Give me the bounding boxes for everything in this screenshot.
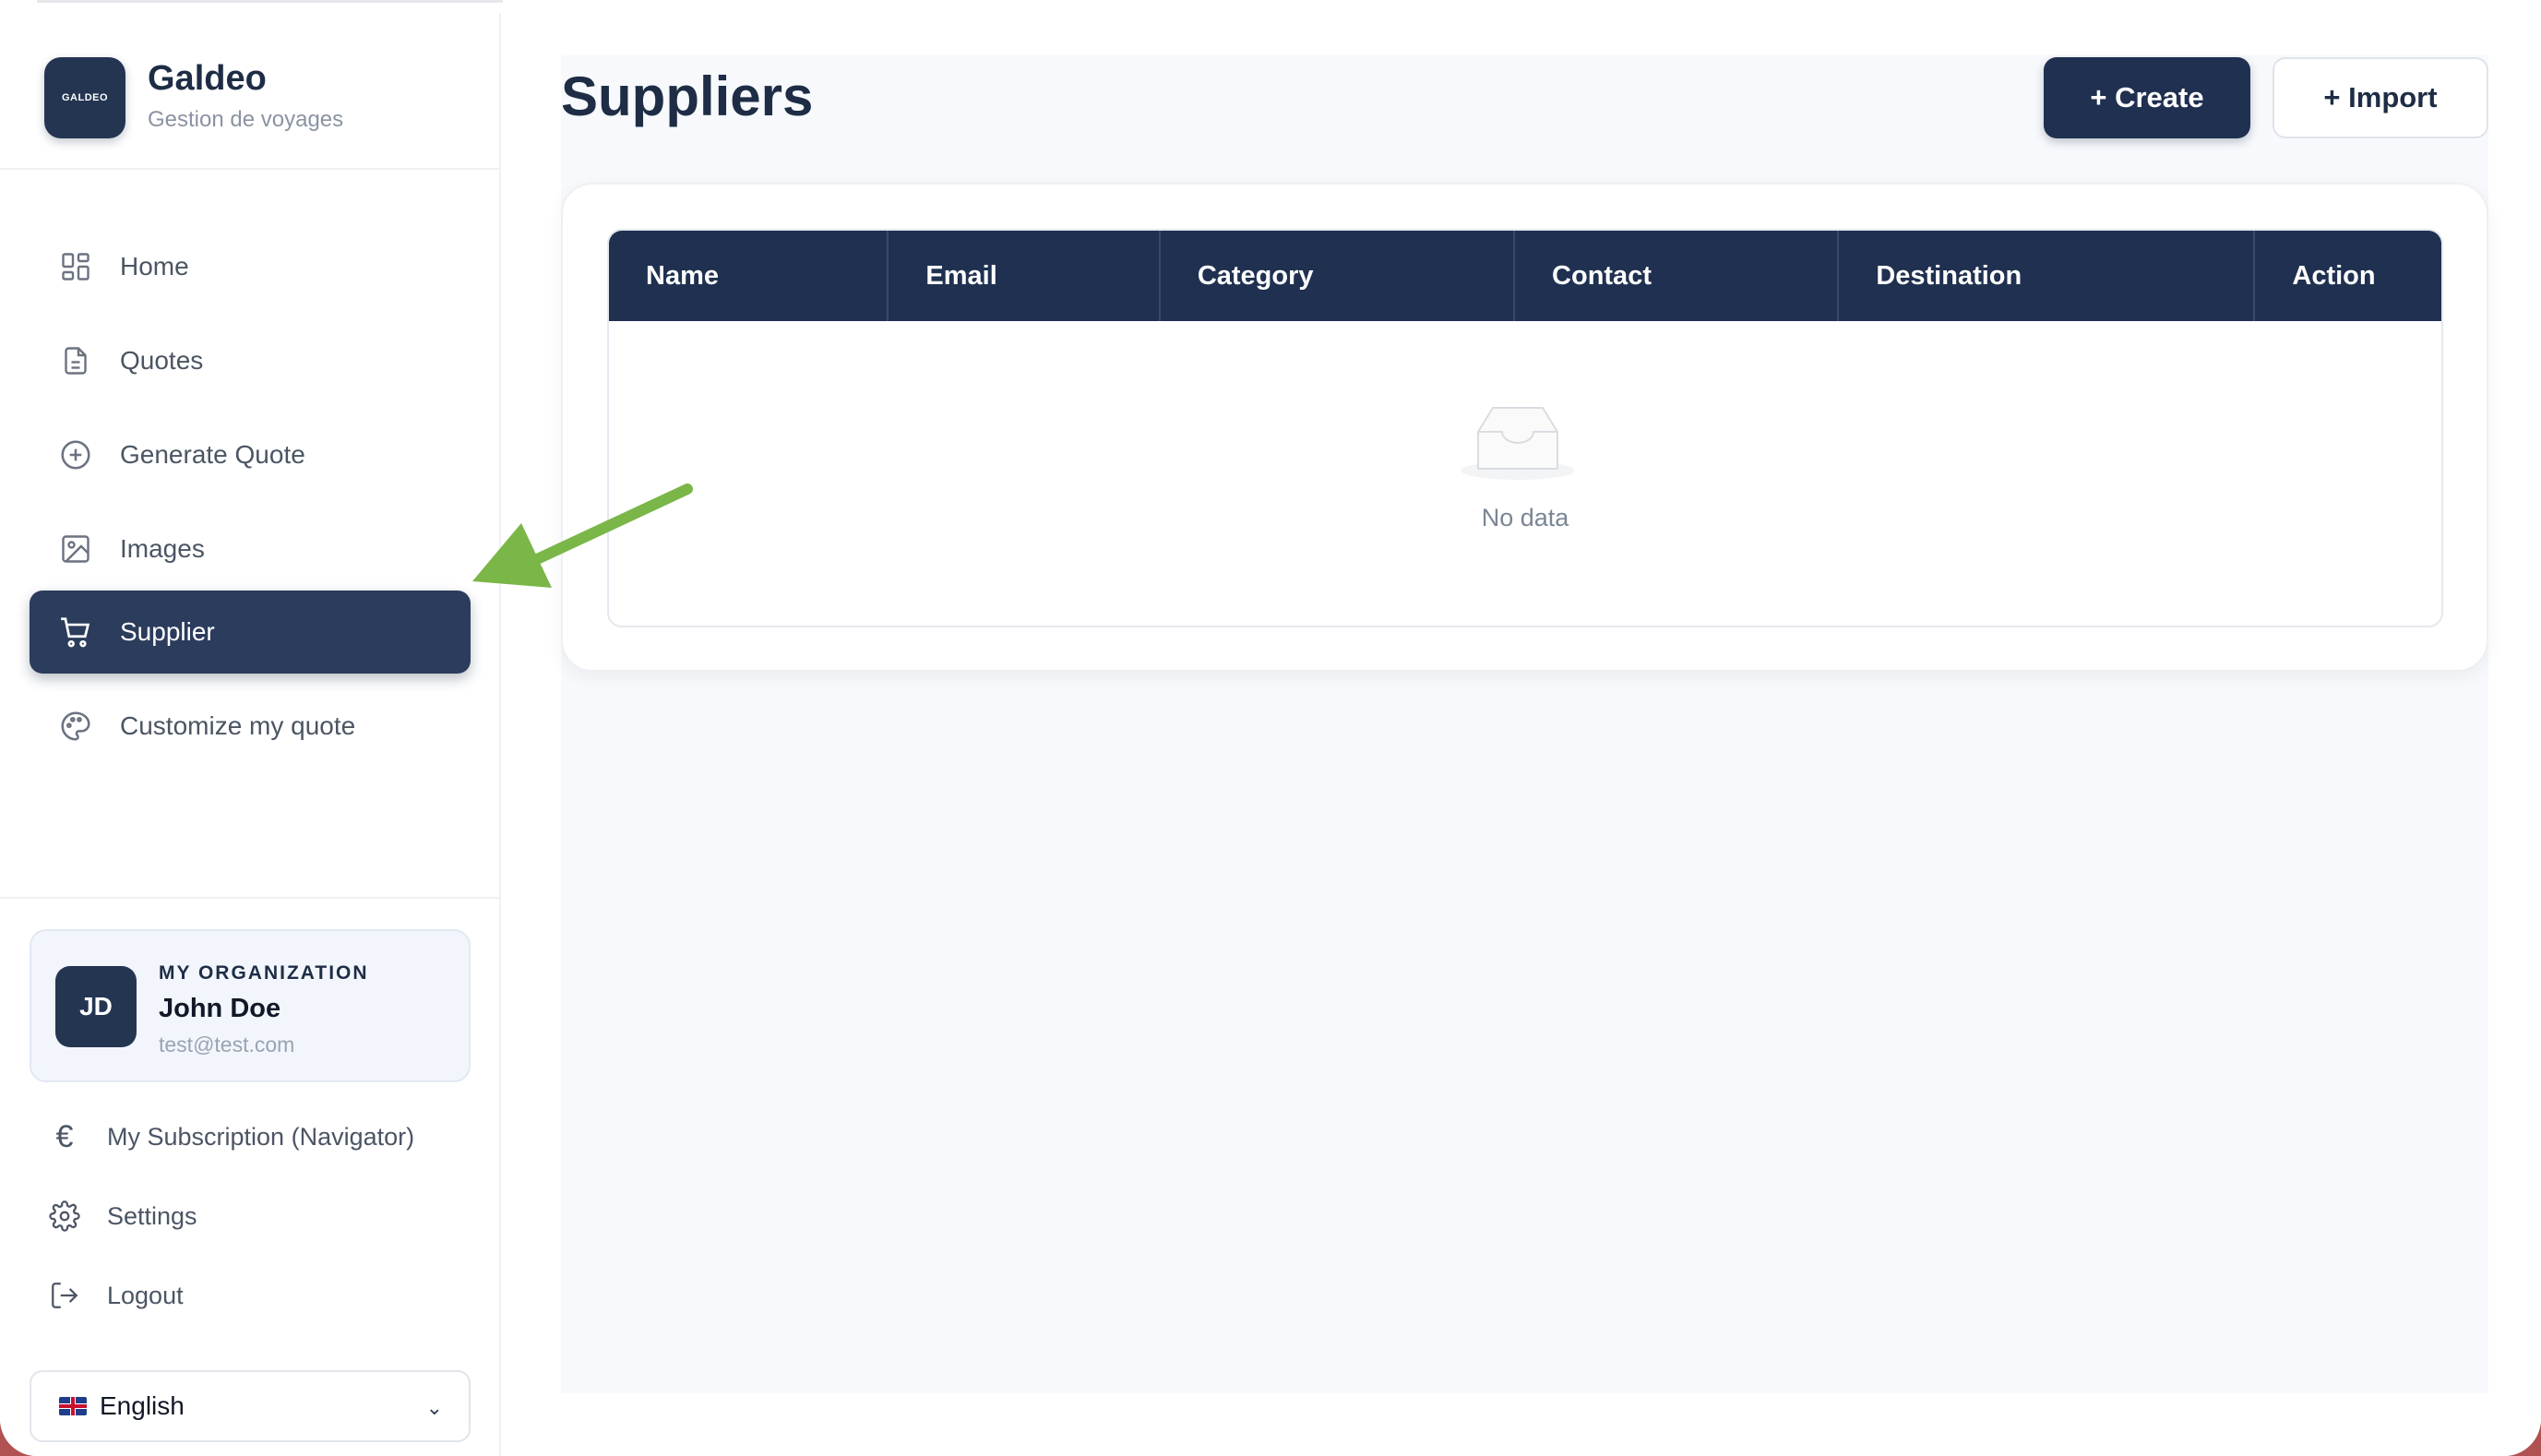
column-header-contact[interactable]: Contact	[1515, 231, 1840, 321]
sidebar-item-supplier[interactable]: Supplier	[30, 591, 471, 674]
sidebar-item-generate-quote[interactable]: Generate Quote	[30, 413, 471, 496]
logout-link[interactable]: Logout	[46, 1268, 184, 1323]
inbox-icon	[1458, 404, 1578, 486]
table-header: Name Email Category Contact Destination …	[609, 231, 2441, 321]
brand-logo[interactable]: GALDEO	[44, 57, 125, 138]
empty-state: No data	[609, 321, 2441, 626]
plus-circle-icon	[57, 436, 94, 473]
language-value: English	[100, 1391, 185, 1420]
brand-header: GALDEO Galdeo Gestion de voyages	[0, 13, 499, 170]
sidebar-item-label: Quotes	[120, 346, 204, 375]
chevron-down-icon: ⌄	[425, 1396, 443, 1419]
sidebar-item-quotes[interactable]: Quotes	[30, 319, 471, 402]
user-email: test@test.com	[159, 1032, 295, 1056]
uk-flag-icon	[59, 1397, 87, 1415]
empty-message: No data	[1481, 504, 1569, 531]
sidebar-item-label: Home	[120, 252, 189, 280]
cart-icon	[57, 614, 94, 650]
organization-card[interactable]: JD MY ORGANIZATION John Doe test@test.co…	[30, 929, 471, 1082]
settings-link[interactable]: Settings	[46, 1188, 197, 1244]
sidebar-item-label: Generate Quote	[120, 440, 305, 469]
language-select[interactable]: English ⌄	[30, 1370, 471, 1442]
document-icon	[57, 342, 94, 379]
subscription-link[interactable]: € My Subscription (Navigator)	[46, 1109, 415, 1164]
sidebar: GALDEO Galdeo Gestion de voyages Home Qu…	[0, 13, 501, 1456]
logout-label: Logout	[107, 1281, 184, 1309]
create-button[interactable]: + Create	[2044, 57, 2250, 138]
brand-subtitle: Gestion de voyages	[148, 107, 344, 132]
grid-icon	[57, 248, 94, 285]
column-header-action[interactable]: Action	[2255, 231, 2441, 321]
sidebar-item-customize-quote[interactable]: Customize my quote	[30, 685, 471, 768]
column-header-email[interactable]: Email	[889, 231, 1161, 321]
column-header-category[interactable]: Category	[1161, 231, 1516, 321]
euro-icon: €	[55, 1118, 74, 1154]
suppliers-card: Name Email Category Contact Destination …	[561, 183, 2488, 672]
arrow-annotation	[461, 475, 701, 600]
palette-icon	[57, 708, 94, 745]
sidebar-item-label: Customize my quote	[120, 711, 356, 740]
sidebar-item-images[interactable]: Images	[30, 507, 471, 591]
column-header-name[interactable]: Name	[609, 231, 889, 321]
settings-label: Settings	[107, 1201, 197, 1230]
avatar: JD	[55, 966, 137, 1047]
user-name: John Doe	[159, 994, 281, 1023]
suppliers-table: Name Email Category Contact Destination …	[607, 229, 2443, 627]
main-content: Suppliers + Create + Import Name Email C…	[503, 0, 2541, 1456]
sidebar-item-label: Supplier	[120, 617, 215, 646]
import-button[interactable]: + Import	[2273, 57, 2488, 138]
gear-icon	[46, 1198, 83, 1235]
app-window: GALDEO Galdeo Gestion de voyages Home Qu…	[0, 0, 2541, 1456]
logout-icon	[46, 1277, 83, 1314]
brand-name: Galdeo	[148, 59, 267, 98]
sidebar-item-home[interactable]: Home	[30, 225, 471, 308]
organization-label: MY ORGANIZATION	[159, 962, 369, 984]
sidebar-item-label: Images	[120, 534, 205, 563]
image-icon	[57, 531, 94, 567]
subscription-label: My Subscription (Navigator)	[107, 1122, 415, 1151]
page-title: Suppliers	[561, 66, 814, 127]
sidebar-divider	[0, 897, 499, 899]
column-header-destination[interactable]: Destination	[1839, 231, 2256, 321]
